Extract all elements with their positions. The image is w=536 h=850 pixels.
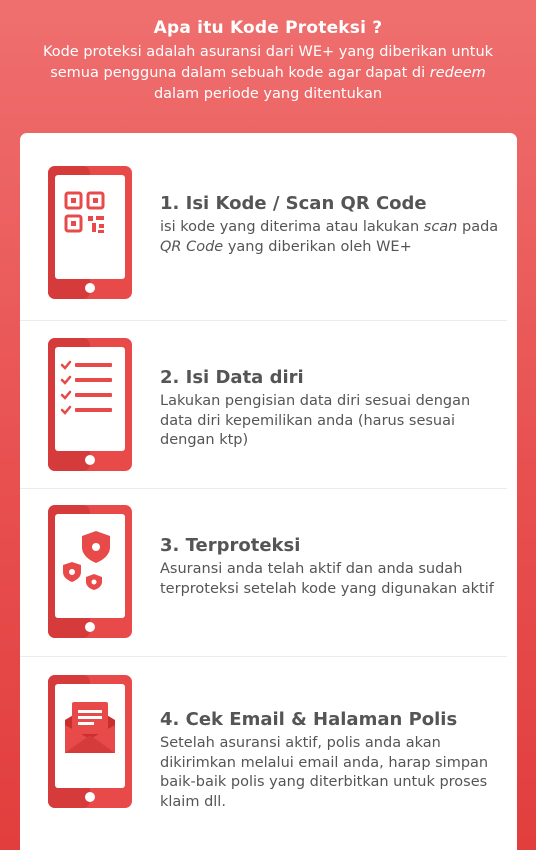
step-1-desc-b: pada (461, 219, 499, 235)
step-2-title: 2. Isi Data diri (160, 367, 304, 388)
step-1-title: 1. Isi Kode / Scan QR Code (160, 193, 427, 214)
header-description: Kode proteksi adalah asuransi dari WE+ y… (0, 42, 536, 105)
step-4-title: 4. Cek Email & Halaman Polis (160, 709, 458, 730)
checklist-icon (48, 338, 132, 471)
step-4-description: Setelah asuransi aktif, polis anda akan … (160, 735, 489, 810)
step-2-text: 2. Isi Data diri Lakukan pengisian data … (160, 367, 500, 451)
qr-code-icon (48, 166, 132, 299)
step-1-desc-c: yang diberikan oleh WE+ (227, 238, 412, 255)
step-3-text: 3. Terproteksi Asuransi anda telah aktif… (160, 535, 500, 599)
step-1-text: 1. Isi Kode / Scan QR Code isi kode yang… (160, 193, 500, 257)
step-1-description: isi kode yang diterima atau lakukan scan… (160, 218, 500, 257)
step-2-description: Lakukan pengisian data diri sesuai denga… (160, 393, 471, 448)
steps-card: 1. Isi Kode / Scan QR Code isi kode yang… (20, 133, 517, 850)
step-1-desc-a: isi kode yang diterima atau lakukan (160, 219, 420, 235)
step-1-desc-italic2: QR Code (160, 238, 224, 255)
header: Apa itu Kode Proteksi ? Kode proteksi ad… (0, 18, 536, 105)
page-title: Apa itu Kode Proteksi ? (153, 18, 383, 38)
step-1: 1. Isi Kode / Scan QR Code isi kode yang… (20, 153, 517, 321)
header-desc-part2: dalam periode yang ditentukan (153, 86, 383, 102)
step-3-description: Asuransi anda telah aktif dan anda sudah… (160, 561, 494, 597)
header-desc-italic: redeem (429, 65, 486, 81)
step-4-text: 4. Cek Email & Halaman Polis Setelah asu… (160, 709, 500, 812)
step-3-title: 3. Terproteksi (160, 535, 301, 556)
step-3: 3. Terproteksi Asuransi anda telah aktif… (20, 489, 517, 657)
header-desc-part1: Kode proteksi adalah asuransi dari WE+ y… (42, 44, 494, 81)
step-2: 2. Isi Data diri Lakukan pengisian data … (20, 321, 517, 489)
step-4: 4. Cek Email & Halaman Polis Setelah asu… (20, 657, 517, 825)
shield-icon (48, 505, 132, 638)
step-1-desc-italic1: scan (423, 219, 458, 235)
email-icon (48, 675, 132, 808)
